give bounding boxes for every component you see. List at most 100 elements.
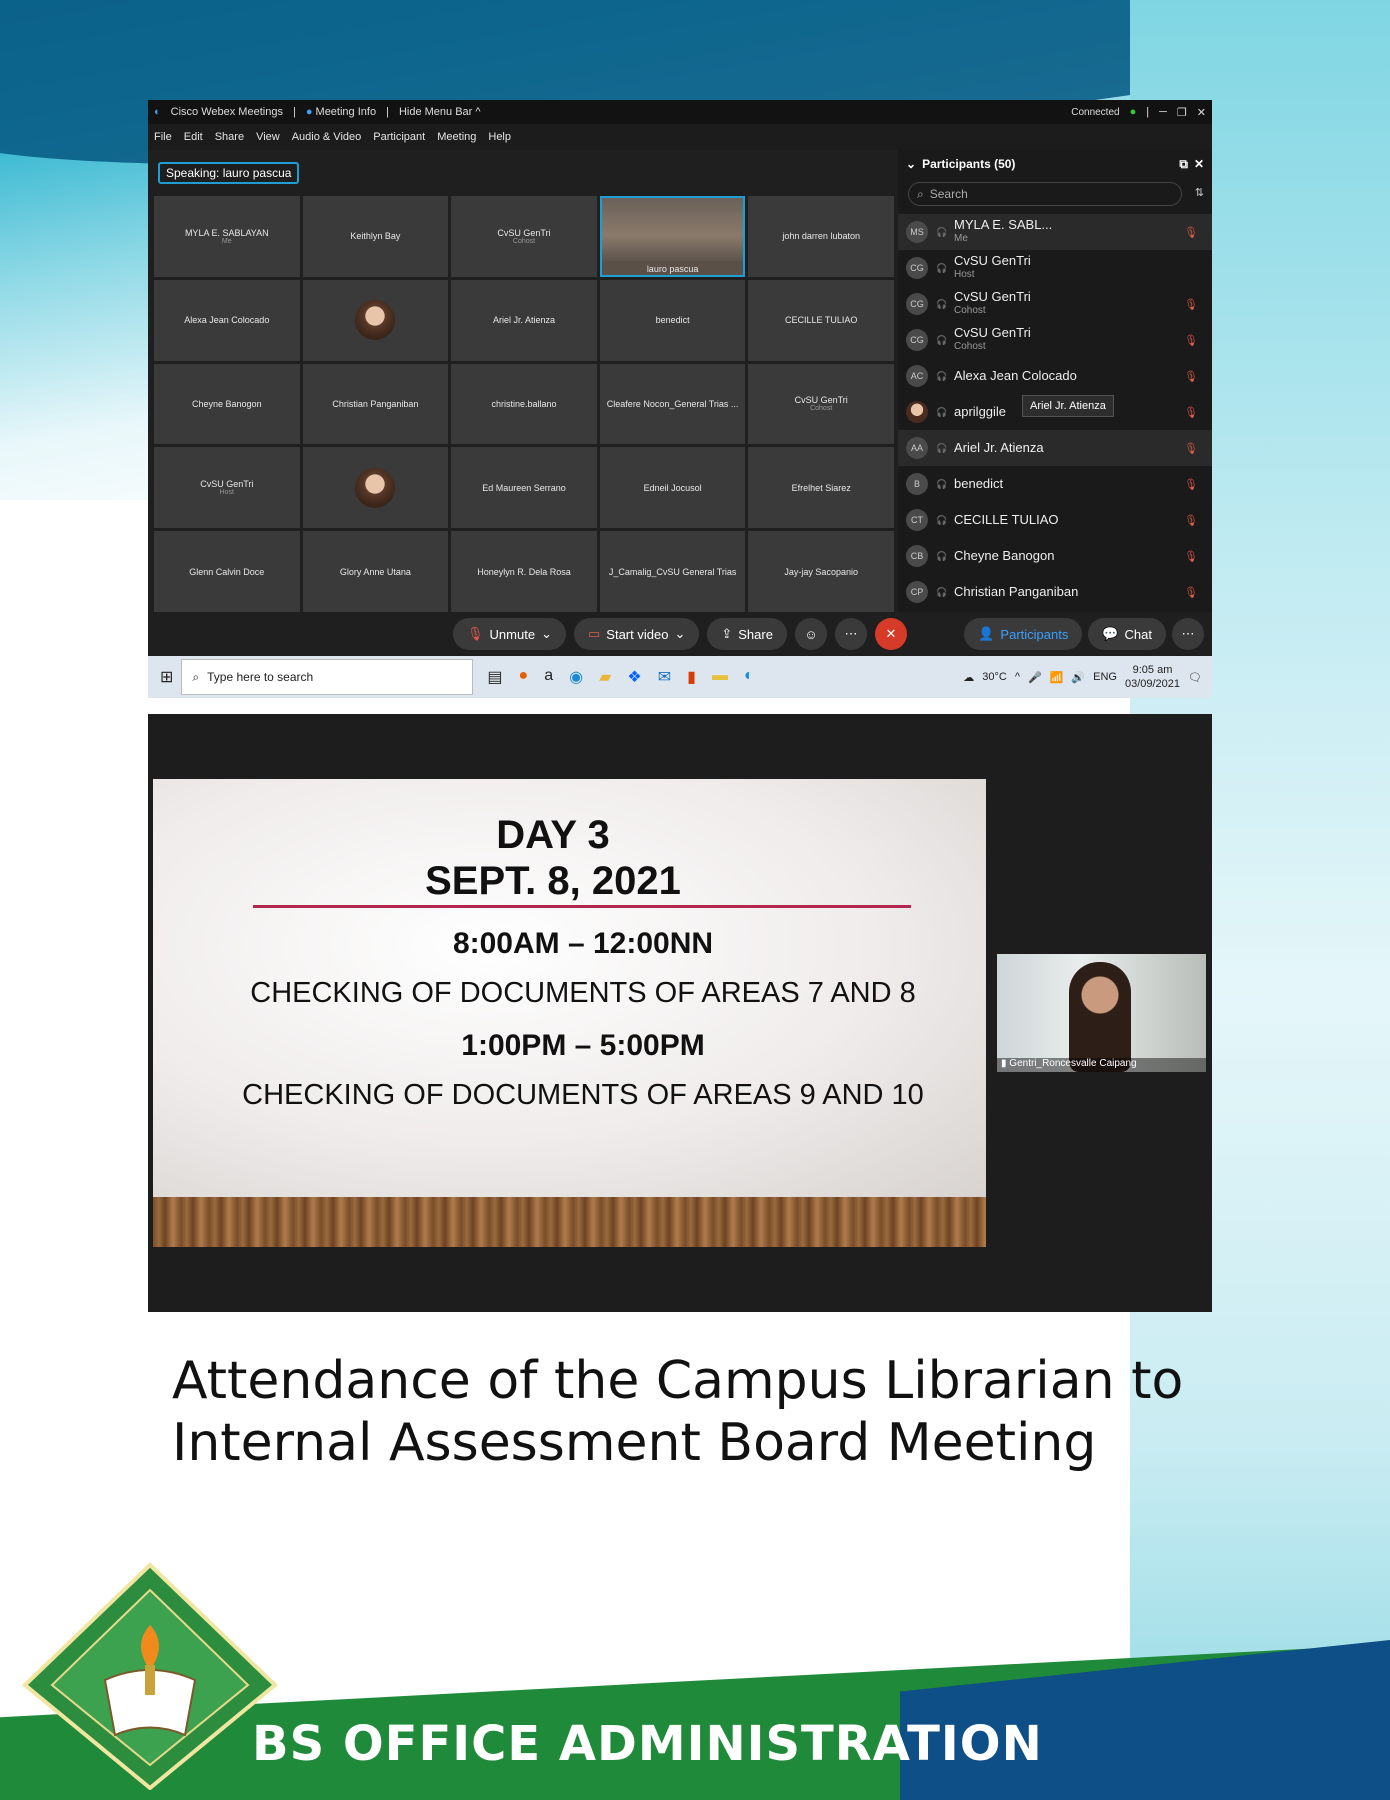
participant-row[interactable]: 🎧 aprilggile 🎙 Ariel Jr. Atienza <box>898 394 1212 430</box>
participant-row[interactable]: MS 🎧 MYLA E. SABL... Me 🎙 <box>898 214 1212 250</box>
participant-search-input[interactable]: ⌕ Search <box>908 182 1182 206</box>
video-tile[interactable]: Jay-jay Sacopanio <box>748 531 894 612</box>
restore-button[interactable]: ❐ <box>1177 106 1187 119</box>
video-tile[interactable]: Glory Anne Utana <box>302 531 449 612</box>
amazon-icon[interactable]: a <box>544 667 553 687</box>
video-tile[interactable]: lauro pascua <box>599 196 746 277</box>
share-button[interactable]: ⇪ Share <box>707 618 787 650</box>
chevron-down-icon[interactable]: ⌄ <box>674 626 685 642</box>
clock-time: 9:05 am <box>1132 664 1173 676</box>
mic-muted-icon[interactable]: 🎙 <box>1184 298 1198 311</box>
pop-out-icon[interactable]: ⧉ <box>1179 157 1188 172</box>
sticky-notes-icon[interactable]: ▬ <box>712 667 728 687</box>
video-tile[interactable]: Honeylyn R. Dela Rosa <box>451 531 597 612</box>
mic-muted-icon[interactable]: 🎙 <box>1184 550 1198 563</box>
video-tile[interactable]: Cheyne Banogon <box>154 363 300 445</box>
menu-item[interactable]: Share <box>215 131 244 143</box>
edge-icon[interactable]: ◉ <box>569 667 583 687</box>
participant-row[interactable]: CG 🎧 CvSU GenTri Host <box>898 250 1212 286</box>
meeting-info-button[interactable]: ● Meeting Info <box>306 106 376 118</box>
video-tile[interactable]: Edneil Jocusol <box>599 447 746 529</box>
menu-item[interactable]: Meeting <box>437 131 476 143</box>
language-indicator[interactable]: ENG <box>1093 671 1117 683</box>
video-tile[interactable]: Christian Panganiban <box>302 363 449 445</box>
webex-taskbar-icon[interactable]: ◐ <box>744 667 754 687</box>
mic-muted-icon[interactable]: 🎙 <box>1184 586 1198 599</box>
video-tile[interactable]: Alexa Jean Colocado <box>154 279 300 361</box>
end-call-button[interactable]: ✕ <box>874 618 907 650</box>
participant-row[interactable]: B 🎧 benedict 🎙 <box>898 466 1212 502</box>
menu-item[interactable]: View <box>256 131 280 143</box>
windows-taskbar: ⊞ ⌕ Type here to search ▤ ● a ◉ ▰ ❖ ✉ ▮ … <box>148 656 1212 698</box>
video-tile[interactable]: benedict <box>599 279 746 361</box>
chevron-down-icon[interactable]: ⌄ <box>906 157 916 171</box>
video-tile[interactable]: Efrelhet Siarez <box>748 447 894 529</box>
office-icon[interactable]: ▮ <box>687 667 696 687</box>
start-video-button[interactable]: ▭ Start video ⌄ <box>573 618 700 650</box>
mic-muted-icon[interactable]: 🎙 <box>1184 334 1198 347</box>
menu-item[interactable]: File <box>154 131 172 143</box>
video-tile[interactable]: CECILLE TULIAO <box>748 279 894 361</box>
mic-muted-icon[interactable]: 🎙 <box>1184 442 1198 455</box>
clock[interactable]: 9:05 am 03/09/2021 <box>1125 663 1180 691</box>
notifications-icon[interactable]: 🗨 <box>1188 671 1202 684</box>
slide-task-morning: CHECKING OF DOCUMENTS OF AREAS 7 AND 8 <box>250 977 916 1009</box>
mic-muted-icon[interactable]: 🎙 <box>1184 478 1198 491</box>
mic-muted-icon[interactable]: 🎙 <box>1184 370 1198 383</box>
mail-icon[interactable]: ✉ <box>658 667 671 687</box>
video-tile[interactable]: Ed Maureen Serrano <box>451 447 597 529</box>
hide-menu-bar-button[interactable]: Hide Menu Bar ^ <box>399 106 481 118</box>
video-tile[interactable]: Ariel Jr. Atienza <box>451 279 597 361</box>
close-window-button[interactable]: ✕ <box>1197 106 1206 119</box>
connected-dot-icon: ● <box>1129 106 1137 118</box>
participants-button[interactable]: 👤 Participants <box>964 618 1083 650</box>
task-view-icon[interactable]: ▤ <box>487 667 502 687</box>
sort-icon[interactable]: ⇅ <box>1195 186 1204 199</box>
dropbox-icon[interactable]: ❖ <box>627 667 641 687</box>
file-explorer-icon[interactable]: ▰ <box>599 667 611 687</box>
chat-button[interactable]: 💬 Chat <box>1088 618 1166 650</box>
participant-row[interactable]: AC 🎧 Alexa Jean Colocado 🎙 <box>898 358 1212 394</box>
mic-muted-icon[interactable]: 🎙 <box>1184 406 1198 419</box>
video-tile[interactable]: MYLA E. SABLAYAN Me <box>154 196 300 277</box>
tray-chevron-icon[interactable]: ^ <box>1015 671 1020 683</box>
video-tile[interactable]: CvSU GenTri Host <box>154 447 300 529</box>
search-icon: ⌕ <box>917 186 924 201</box>
video-tile[interactable]: Glenn Calvin Doce <box>154 531 300 612</box>
video-tile[interactable] <box>302 447 449 529</box>
minimize-button[interactable]: ─ <box>1159 106 1167 118</box>
volume-icon[interactable]: 🔊 <box>1071 671 1085 684</box>
participant-row[interactable]: CG 🎧 CvSU GenTri Cohost 🎙 <box>898 322 1212 358</box>
mic-muted-icon[interactable]: 🎙 <box>1184 226 1198 239</box>
network-icon[interactable]: 📶 <box>1050 671 1064 684</box>
video-tile[interactable]: christine.ballano <box>451 363 597 445</box>
video-tile[interactable]: J_Camalig_CvSU General Trias <box>599 531 746 612</box>
close-panel-icon[interactable]: ✕ <box>1194 157 1204 171</box>
menu-item[interactable]: Participant <box>373 131 425 143</box>
avatar <box>906 401 928 423</box>
participant-row[interactable]: CG 🎧 CvSU GenTri Cohost 🎙 <box>898 286 1212 322</box>
video-tile[interactable]: Keithlyn Bay <box>302 196 449 277</box>
windows-start-icon[interactable]: ⊞ <box>160 667 173 687</box>
taskbar-search-input[interactable]: ⌕ Type here to search <box>181 659 474 695</box>
menu-item[interactable]: Edit <box>184 131 203 143</box>
mic-muted-icon[interactable]: 🎙 <box>1184 514 1198 527</box>
video-tile[interactable]: Cleafere Nocon_General Trias ... <box>599 363 746 445</box>
more-options-button[interactable]: ⋯ <box>834 618 867 650</box>
participant-row[interactable]: AA 🎧 Ariel Jr. Atienza 🎙 <box>898 430 1212 466</box>
menu-item[interactable]: Audio & Video <box>292 131 362 143</box>
menu-item[interactable]: Help <box>488 131 511 143</box>
participant-row[interactable]: CB 🎧 Cheyne Banogon 🎙 <box>898 538 1212 574</box>
video-tile[interactable] <box>302 279 449 361</box>
avatar: B <box>906 473 928 495</box>
unmute-button[interactable]: 🎙 Unmute ⌄ <box>453 618 566 650</box>
firefox-icon[interactable]: ● <box>519 667 529 687</box>
more-panels-button[interactable]: ⋯ <box>1172 618 1204 650</box>
reactions-button[interactable]: ☺ <box>794 618 827 650</box>
video-tile[interactable]: CvSU GenTri Cohost <box>451 196 597 277</box>
participant-row[interactable]: CP 🎧 Christian Panganiban 🎙 <box>898 574 1212 610</box>
participant-row[interactable]: CT 🎧 CECILLE TULIAO 🎙 <box>898 502 1212 538</box>
video-tile[interactable]: CvSU GenTri Cohost <box>748 363 894 445</box>
video-tile[interactable]: john darren lubaton <box>748 196 894 277</box>
chevron-down-icon[interactable]: ⌄ <box>541 626 552 642</box>
